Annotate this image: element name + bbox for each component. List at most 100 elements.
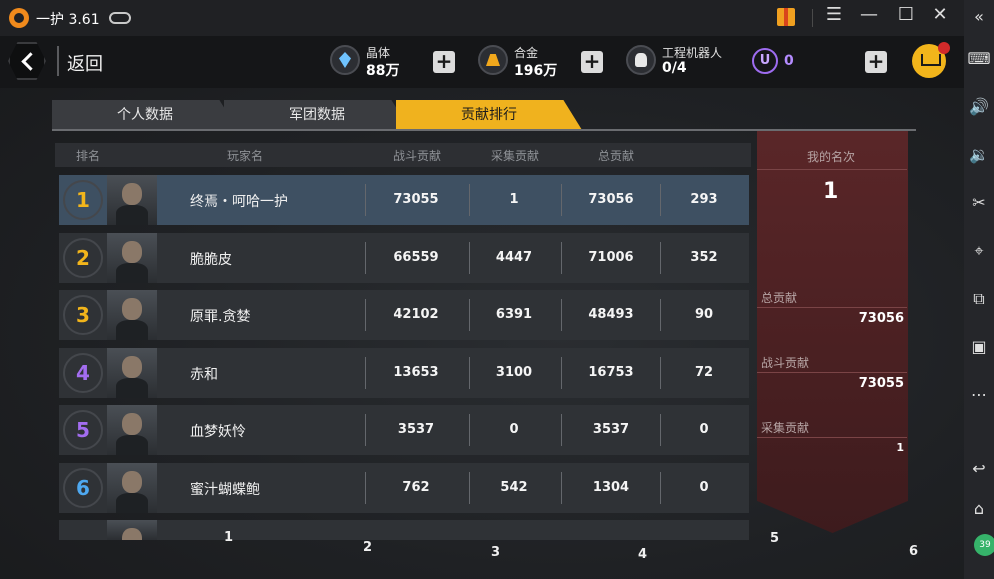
gather-contribution: 1: [509, 192, 519, 207]
header-battle: 战斗贡献: [393, 149, 442, 163]
column-divider: [561, 357, 562, 389]
player-name: 终焉・呵哈一护: [190, 194, 288, 210]
rank-badge: 4: [63, 353, 103, 393]
extra-value: 352: [690, 250, 718, 265]
add-crystal-button[interactable]: +: [433, 51, 455, 73]
location-icon[interactable]: ⌖: [964, 238, 994, 264]
tab-legion-data[interactable]: 军团数据: [224, 100, 410, 130]
tab-personal-data[interactable]: 个人数据: [52, 100, 238, 130]
emulator-window: 一护 3.61 ☰ — ☐ ✕ « ⌨ 🔊 🔉 ✂ ⌖ ⧉ ▣ ⋯ ↩ ⌂ 39…: [0, 0, 994, 579]
table-row[interactable]: 6 蜜汁蝴蝶鲍 762 542 1304 0: [59, 463, 749, 513]
my-rank-title: 我的名次: [807, 150, 856, 164]
add-window-icon[interactable]: ⧉: [964, 286, 994, 312]
table-row[interactable]: 1 终焉・呵哈一护 73055 1 73056 293: [59, 175, 749, 225]
player-name: 原罪.贪婪: [190, 309, 251, 325]
game-top-bar: 返回 晶体 88万 + 合金 196万 + 工程机器人 0/4 U 0 +: [0, 36, 964, 88]
tab-contribution-ranking[interactable]: 贡献排行: [396, 100, 582, 130]
player-avatar: [107, 405, 157, 455]
more-icon[interactable]: ⋯: [964, 382, 994, 408]
back-label[interactable]: 返回: [67, 50, 103, 76]
total-contribution: 3537: [592, 422, 630, 437]
close-icon[interactable]: ✕: [929, 4, 951, 25]
alloy-icon: [478, 45, 508, 75]
back-icon[interactable]: ↩: [964, 456, 994, 482]
battle-contribution: 66559: [393, 250, 439, 265]
rank-badge: 6: [63, 468, 103, 508]
alloy-label: 合金: [514, 46, 539, 60]
column-number: 2: [363, 540, 373, 555]
rank-badge: 1: [63, 180, 103, 220]
back-divider: [57, 46, 59, 76]
column-divider: [365, 299, 366, 331]
gather-contribution: 3100: [495, 365, 533, 380]
battle-contribution: 13653: [393, 365, 439, 380]
my-battle-value: 73055: [858, 376, 904, 391]
back-button[interactable]: [8, 42, 46, 80]
scissors-icon[interactable]: ✂: [964, 190, 994, 216]
keyboard-icon[interactable]: ⌨: [964, 46, 994, 72]
table-row-partial[interactable]: [59, 520, 749, 540]
battle-contribution: 73055: [393, 192, 439, 207]
menu-icon[interactable]: ☰: [823, 4, 845, 25]
minimize-icon[interactable]: —: [858, 4, 880, 25]
table-row[interactable]: 4 赤和 13653 3100 16753 72: [59, 348, 749, 398]
add-u-coin-button[interactable]: +: [865, 51, 887, 73]
crystal-label: 晶体: [366, 46, 391, 60]
crystal-value: 88万: [366, 63, 400, 79]
player-avatar: [107, 348, 157, 398]
app-title: 一护 3.61: [36, 12, 100, 28]
gather-contribution: 4447: [495, 250, 533, 265]
panel-divider: [757, 372, 907, 373]
column-divider: [469, 472, 470, 504]
rank-badge: 5: [63, 410, 103, 450]
my-battle-label: 战斗贡献: [761, 356, 810, 370]
my-total-label: 总贡献: [761, 291, 798, 305]
table-header: 排名 玩家名 战斗贡献 采集贡献 总贡献: [55, 143, 751, 167]
title-divider: [812, 9, 813, 27]
column-divider: [365, 357, 366, 389]
total-contribution: 16753: [588, 365, 634, 380]
rank-badge: 3: [63, 295, 103, 335]
total-contribution: 71006: [588, 250, 634, 265]
collapse-icon[interactable]: «: [964, 4, 994, 30]
column-divider: [561, 242, 562, 274]
u-coin-value: 0: [784, 53, 794, 69]
maximize-icon[interactable]: ☐: [895, 4, 917, 25]
robot-value: 0/4: [662, 60, 687, 76]
extra-value: 293: [690, 192, 718, 207]
game-screen: 返回 晶体 88万 + 合金 196万 + 工程机器人 0/4 U 0 + 个人…: [0, 36, 964, 579]
column-divider: [561, 299, 562, 331]
battle-contribution: 762: [402, 480, 430, 495]
total-contribution: 73056: [588, 192, 634, 207]
add-alloy-button[interactable]: +: [581, 51, 603, 73]
volume-down-icon[interactable]: 🔉: [964, 142, 994, 168]
player-name: 血梦妖怜: [190, 424, 246, 440]
panel-divider: [757, 437, 907, 438]
my-gather-value: 1: [896, 441, 904, 454]
table-row[interactable]: 5 血梦妖怜 3537 0 3537 0: [59, 405, 749, 455]
home-icon[interactable]: ⌂: [964, 496, 994, 522]
column-divider: [660, 242, 661, 274]
table-row[interactable]: 3 原罪.贪婪 42102 6391 48493 90: [59, 290, 749, 340]
extra-value: 90: [694, 307, 714, 322]
player-avatar: [107, 175, 157, 225]
player-name: 脆脆皮: [190, 252, 232, 268]
column-divider: [660, 472, 661, 504]
app-logo-icon: [9, 8, 29, 28]
column-number: 6: [909, 544, 919, 559]
column-divider: [365, 242, 366, 274]
my-total-value: 73056: [858, 311, 904, 326]
gift-icon[interactable]: [777, 8, 795, 26]
player-name: 赤和: [190, 367, 218, 383]
player-name: 蜜汁蝴蝶鲍: [190, 482, 260, 498]
column-divider: [469, 357, 470, 389]
volume-up-icon[interactable]: 🔊: [964, 94, 994, 120]
gamepad-icon[interactable]: [109, 12, 131, 24]
column-divider: [660, 184, 661, 216]
notification-badge[interactable]: 39: [974, 534, 994, 556]
table-row[interactable]: 2 脆脆皮 66559 4447 71006 352: [59, 233, 749, 283]
apk-icon[interactable]: ▣: [964, 334, 994, 360]
tabs-underline: [52, 129, 916, 131]
total-contribution: 48493: [588, 307, 634, 322]
column-number: 1: [224, 530, 234, 545]
